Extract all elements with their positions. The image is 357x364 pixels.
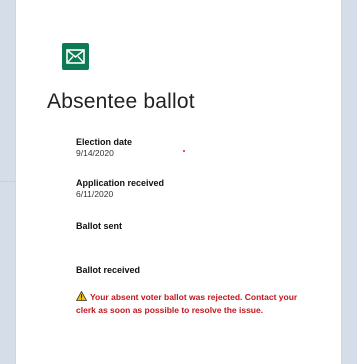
rejection-warning: Your absent voter ballot was rejected. C… [75,290,316,316]
election-date-field: Election date 9/14/2020 [76,136,132,159]
field-label: Ballot sent [76,221,123,231]
warning-text: Your absent voter ballot was rejected. C… [76,292,298,315]
absentee-ballot-card: Absentee ballot Election date 9/14/2020 … [15,0,342,364]
field-label: Application received [76,178,165,188]
warning-icon [75,290,88,304]
field-label: Election date [76,137,133,147]
envelope-icon [62,43,89,70]
field-value: 6/11/2020 [76,189,114,199]
card-title: Absentee ballot [47,90,195,113]
ballot-sent-field: Ballot sent [76,220,122,232]
status-dot [183,150,185,152]
divider [0,181,15,182]
field-value: 9/14/2020 [76,148,114,158]
field-label: Ballot received [76,265,141,275]
ballot-received-field: Ballot received [76,264,140,276]
application-received-field: Application received 6/11/2020 [76,177,164,200]
